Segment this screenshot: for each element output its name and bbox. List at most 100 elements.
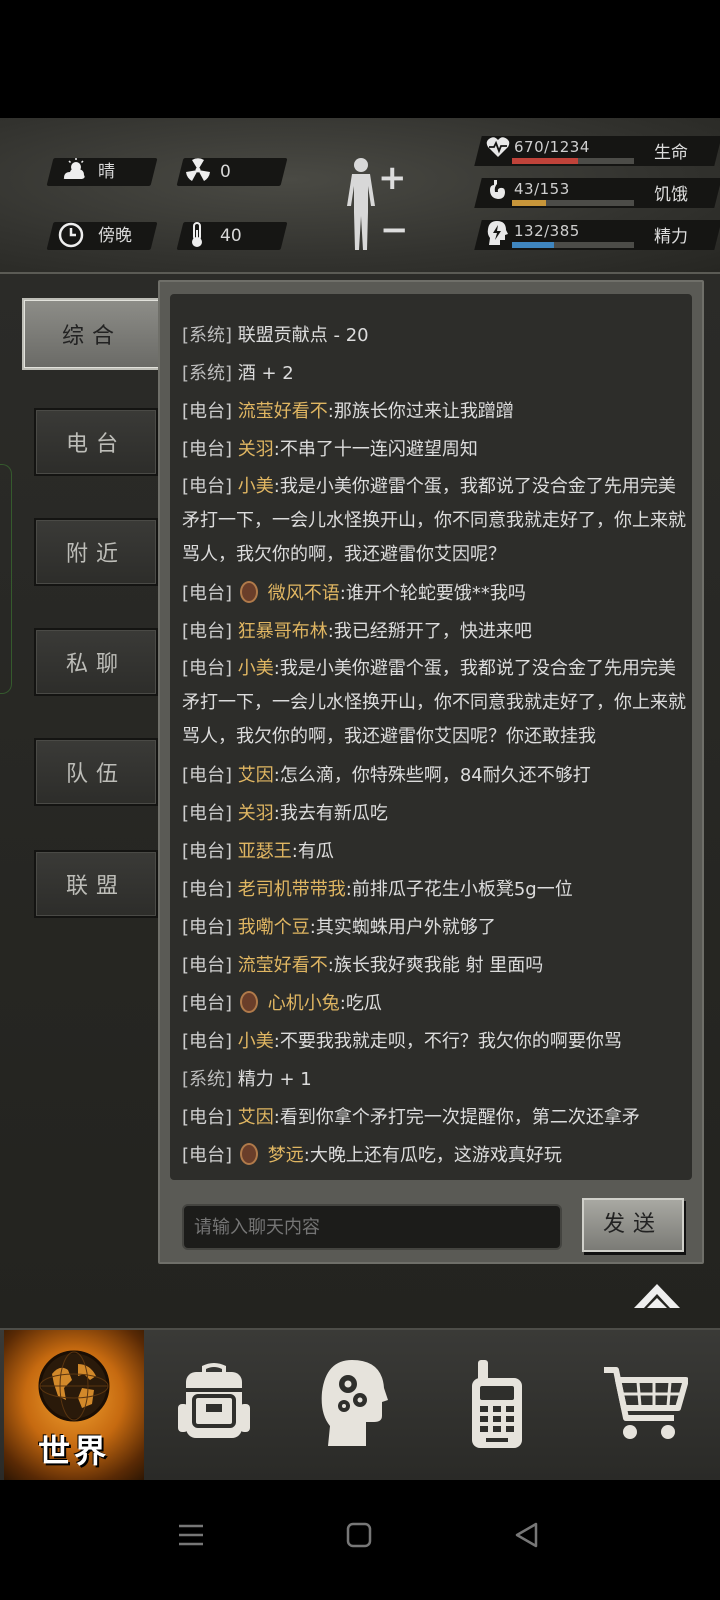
chat-message: [电台] 心机小兔:吃瓜 — [182, 986, 688, 1022]
skills-head-icon — [320, 1358, 388, 1452]
chat-message: [电台] 流莹好看不:那族长你过来让我蹭蹭 — [182, 394, 688, 430]
sender-name[interactable]: 流莹好看不 — [238, 955, 328, 976]
chat-message: [电台] 亚瑟王:有瓜 — [182, 834, 688, 870]
temperature-value: 40 — [220, 226, 242, 246]
decrease-button[interactable]: − — [380, 210, 409, 250]
message-text: 精力 + 1 — [237, 1069, 312, 1090]
message-text: :族长我好爽我能 射 里面吗 — [327, 955, 544, 976]
hunger-bar — [512, 200, 634, 206]
sender-name[interactable]: 梦远 — [268, 1145, 304, 1166]
body-status-figure-icon[interactable] — [342, 156, 380, 256]
cloud-sun-icon — [60, 158, 88, 190]
back-icon[interactable] — [514, 1522, 540, 1552]
chat-message: [系统] 联盟贡献点 - 20 — [182, 318, 688, 354]
tab-radio[interactable]: 电台 — [34, 408, 158, 476]
message-text: :大晚上还有瓜吃，这游戏真好玩 — [303, 1145, 562, 1166]
user-badge-icon — [239, 581, 258, 603]
sender-name[interactable]: 微风不语 — [268, 583, 340, 604]
stomach-icon — [486, 178, 508, 208]
energy-value: 132/385 — [514, 222, 580, 240]
sender-name[interactable]: 关羽 — [238, 439, 274, 460]
sender-name[interactable]: 亚瑟王 — [238, 841, 292, 862]
home-icon[interactable] — [346, 1522, 372, 1552]
chat-message: [电台] 小美:我是小美你避雷个蛋，我都说了没合金了先用完美矛打一下，一会儿水怪… — [182, 652, 688, 756]
message-text: :其实蜘蛛用户外就够了 — [309, 917, 496, 938]
weather-text: 晴 — [98, 162, 115, 182]
vital-health: 670/1234 生命 — [474, 134, 720, 168]
chat-message: [电台] 小美:不要我我就走呗，不行？我欠你的啊要你骂 — [182, 1024, 688, 1060]
message-text: :看到你拿个矛打完一次提醒你，第二次还拿矛 — [273, 1107, 640, 1128]
status-panel: 晴 0 傍晚 40 + − 670/1234 生命 43/153 饥饿 132/… — [0, 118, 720, 274]
thermometer-icon — [190, 222, 204, 256]
backpack-icon — [176, 1360, 252, 1448]
radiation-value: 0 — [220, 162, 231, 182]
sender-name[interactable]: 心机小兔 — [268, 993, 340, 1014]
channel-tag: [系统] — [182, 1069, 233, 1090]
message-text: 酒 + 2 — [237, 363, 294, 384]
channel-tag: [电台] — [182, 1031, 233, 1052]
health-bar — [512, 158, 634, 164]
chat-message: [系统] 酒 + 2 — [182, 356, 688, 392]
hunger-label: 饥饿 — [654, 185, 688, 205]
tab-team[interactable]: 队伍 — [34, 738, 158, 806]
message-text: :吃瓜 — [339, 993, 382, 1014]
chat-input[interactable] — [182, 1204, 562, 1250]
channel-tag: [电台] — [182, 879, 233, 900]
channel-tag: [电台] — [182, 439, 233, 460]
chat-message: [电台] 梦远:大晚上还有瓜吃，这游戏真好玩 — [182, 1138, 688, 1174]
chat-message: [电台] 小美:我是小美你避雷个蛋，我都说了没合金了先用完美矛打一下，一会儿水怪… — [182, 470, 688, 574]
nav-shop[interactable] — [596, 1330, 720, 1482]
increase-button[interactable]: + — [378, 158, 407, 198]
message-text: :有瓜 — [291, 841, 334, 862]
nav-world[interactable]: 世界 — [4, 1330, 144, 1482]
sender-name[interactable]: 流莹好看不 — [238, 401, 328, 422]
menu-icon[interactable] — [178, 1522, 204, 1552]
tab-private[interactable]: 私聊 — [34, 628, 158, 696]
chat-log[interactable]: [系统] 联盟贡献点 - 20 [系统] 酒 + 2 [电台] 流莹好看不:那族长你… — [170, 294, 692, 1180]
radio-icon — [468, 1358, 526, 1454]
chat-message: [电台] 流莹好看不:族长我好爽我能 射 里面吗 — [182, 948, 688, 984]
sender-name[interactable]: 艾因 — [238, 1107, 274, 1128]
channel-tag: [系统] — [182, 325, 233, 346]
sender-name[interactable]: 小美 — [238, 1031, 274, 1052]
sender-name[interactable]: 小美 — [238, 476, 274, 497]
collapse-chevron-icon[interactable] — [632, 1278, 682, 1312]
channel-tag: [电台] — [182, 621, 233, 642]
tab-nearby[interactable]: 附近 — [34, 518, 158, 586]
sender-name[interactable]: 老司机带带我 — [238, 879, 346, 900]
tab-alliance[interactable]: 联盟 — [34, 850, 158, 918]
tab-general[interactable]: 综合 — [22, 298, 162, 370]
channel-tag: [电台] — [182, 1107, 233, 1128]
sender-name[interactable]: 小美 — [238, 658, 274, 679]
nav-backpack[interactable] — [170, 1330, 310, 1482]
heartbeat-icon — [486, 136, 510, 164]
time-of-day-text: 傍晚 — [98, 226, 132, 246]
vital-energy: 132/385 精力 — [474, 218, 720, 252]
sender-name[interactable]: 狂暴哥布林 — [238, 621, 328, 642]
edge-handle — [0, 464, 12, 694]
chat-message: [电台] 我嘞个豆:其实蜘蛛用户外就够了 — [182, 910, 688, 946]
message-text: 联盟贡献点 - 20 — [237, 325, 369, 346]
channel-tag: [电台] — [182, 476, 233, 497]
channel-tag: [电台] — [182, 401, 233, 422]
channel-tag: [电台] — [182, 765, 233, 786]
chat-panel: [系统] 联盟贡献点 - 20 [系统] 酒 + 2 [电台] 流莹好看不:那族长你… — [158, 280, 704, 1264]
hunger-value: 43/153 — [514, 180, 570, 198]
chat-message: [电台] 微风不语:谁开个轮蛇要饿**我吗 — [182, 576, 688, 612]
sender-name[interactable]: 关羽 — [238, 803, 274, 824]
channel-tag: [电台] — [182, 917, 233, 938]
energy-head-icon — [486, 220, 508, 252]
clock-icon — [58, 222, 84, 256]
chat-message: [电台] 关羽:不串了十一连闪避望周知 — [182, 432, 688, 468]
sender-name[interactable]: 我嘞个豆 — [238, 917, 310, 938]
channel-tag: [电台] — [182, 1145, 233, 1166]
chat-message: [电台] 艾因:怎么滴，你特殊些啊，84耐久还不够打 — [182, 758, 688, 794]
sender-name[interactable]: 艾因 — [238, 765, 274, 786]
user-badge-icon — [239, 991, 258, 1013]
shop-cart-icon — [602, 1364, 689, 1448]
world-globe-icon — [38, 1350, 110, 1426]
send-button[interactable]: 发送 — [582, 1198, 684, 1252]
chat-message: [电台] 狂暴哥布林:我已经掰开了，快进来吧 — [182, 614, 688, 650]
nav-radio[interactable] — [454, 1330, 594, 1482]
nav-skills[interactable] — [312, 1330, 452, 1482]
